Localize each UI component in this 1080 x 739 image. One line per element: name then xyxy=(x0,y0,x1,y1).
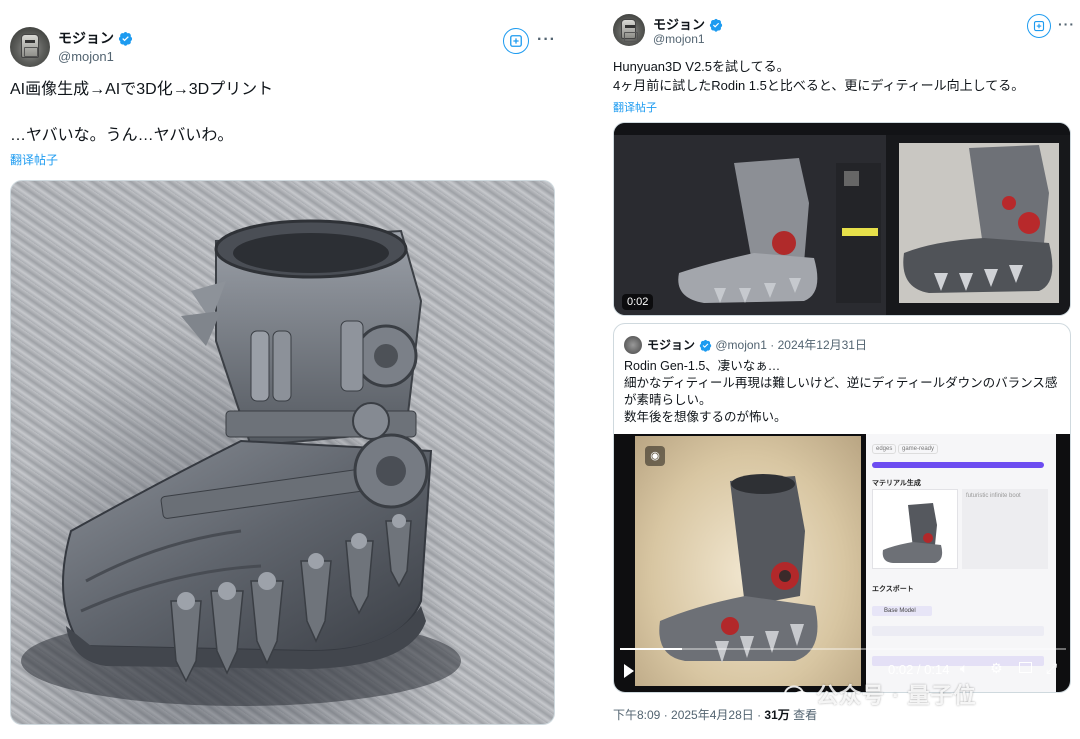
tweet-video[interactable]: 0:02 xyxy=(613,122,1071,316)
author-name-row[interactable]: モジョン xyxy=(653,14,723,33)
quoted-tweet[interactable]: モジョン @mojon1 · 2024年12月31日 Rodin Gen-1.5… xyxy=(613,323,1071,693)
boot-photo-image xyxy=(21,219,461,706)
quote-dot: · xyxy=(770,338,775,352)
video-time-display: 0:02 / 0:14 xyxy=(888,662,950,677)
play-icon[interactable] xyxy=(624,664,634,678)
quote-text-line2: 細かなディティール再現は難しいけど、逆にディティールダウンのバランス感が素晴らし… xyxy=(624,376,1058,407)
views-count: 31万 xyxy=(764,708,790,722)
quote-author-avatar[interactable] xyxy=(624,336,642,354)
video-timestamp: 0:02 xyxy=(622,294,654,310)
translate-post-link[interactable]: 翻译帖子 xyxy=(10,151,58,168)
quote-author-name[interactable]: モジョン xyxy=(647,338,695,352)
left-tweet: モジョン @mojon1 ··· AI画像生成→AIで3D化→3Dプリント …ヤ… xyxy=(0,0,566,739)
tweet-text-line1: Hunyuan3D V2.5を試してる。 xyxy=(613,59,790,74)
base-model-option[interactable]: Base Model xyxy=(872,606,932,616)
quote-header: モジョン @mojon1 · 2024年12月31日 xyxy=(647,336,867,353)
watermark: 公众号 · 量子位 xyxy=(784,678,977,710)
wechat-icon xyxy=(784,685,810,707)
author-avatar[interactable] xyxy=(10,27,50,67)
quote-text: Rodin Gen-1.5、凄いなぁ… 細かなディティール再現は難しいけど、逆に… xyxy=(624,358,1064,426)
volume-icon[interactable]: 🔈︎ xyxy=(960,660,968,677)
verified-badge-icon xyxy=(699,339,712,352)
base-model-label: Base Model xyxy=(884,608,916,614)
settings-icon[interactable]: ⚙︎ xyxy=(990,660,1003,677)
quote-author-handle[interactable]: @mojon1 xyxy=(715,338,767,352)
fullscreen-icon[interactable]: ⤢ xyxy=(1046,660,1057,677)
more-options-button[interactable]: ··· xyxy=(537,31,556,49)
tweet-photo[interactable] xyxy=(10,180,555,725)
tag-chip: edges xyxy=(872,444,897,454)
verified-badge-icon xyxy=(118,31,133,46)
export-options-row xyxy=(872,626,1044,636)
quote-video[interactable]: ◉ edges game-ready マテリアル生成 futuristic in… xyxy=(614,434,1070,692)
tweet-text-line2: 4ヶ月前に試したRodin 1.5と比べると、更にディティール向上してる。 xyxy=(613,78,1025,93)
verified-badge-icon xyxy=(709,18,723,32)
video-frame-3d-editor xyxy=(614,123,1070,315)
author-name[interactable]: モジョン xyxy=(58,30,114,46)
material-section-title: マテリアル生成 xyxy=(872,480,921,487)
author-name[interactable]: モジョン xyxy=(653,17,705,32)
quote-video-ui-panel: edges game-ready マテリアル生成 futuristic infi… xyxy=(866,434,1056,692)
author-avatar[interactable] xyxy=(613,14,645,46)
video-progress-fill xyxy=(620,648,683,650)
watermark-text: 公众号 · 量子位 xyxy=(816,683,977,708)
tag-chip: game-ready xyxy=(898,444,939,454)
export-section-title: エクスポート xyxy=(872,586,914,593)
grok-button[interactable] xyxy=(1027,14,1051,38)
material-preview xyxy=(872,489,958,569)
author-handle[interactable]: @mojon1 xyxy=(58,49,114,64)
progress-bar xyxy=(872,462,1044,468)
tweet-text-line2: …ヤバいな。うん…ヤバいわ。 xyxy=(10,127,234,144)
prompt-textarea[interactable]: futuristic infinite boot xyxy=(962,489,1048,569)
timestamp-text[interactable]: 下午8:09 · 2025年4月28日 · xyxy=(613,708,764,722)
grok-button[interactable] xyxy=(503,28,529,54)
more-options-button[interactable]: ··· xyxy=(1058,16,1075,32)
author-name-row[interactable]: モジョン xyxy=(58,28,133,48)
quote-date[interactable]: 2024年12月31日 xyxy=(778,338,867,352)
video-progress-bar[interactable] xyxy=(620,648,1066,650)
tweet-text-line1: AI画像生成→AIで3D化→3Dプリント xyxy=(10,81,274,98)
pip-icon[interactable] xyxy=(1019,662,1032,673)
grok-icon xyxy=(510,35,522,47)
quote-text-line1: Rodin Gen-1.5、凄いなぁ… xyxy=(624,359,781,373)
grok-icon xyxy=(1033,20,1045,32)
translate-post-link[interactable]: 翻译帖子 xyxy=(613,99,657,115)
author-handle[interactable]: @mojon1 xyxy=(653,32,705,46)
quote-text-line3: 数年後を想像するのが怖い。 xyxy=(624,410,787,424)
views-label: 查看 xyxy=(789,708,818,722)
